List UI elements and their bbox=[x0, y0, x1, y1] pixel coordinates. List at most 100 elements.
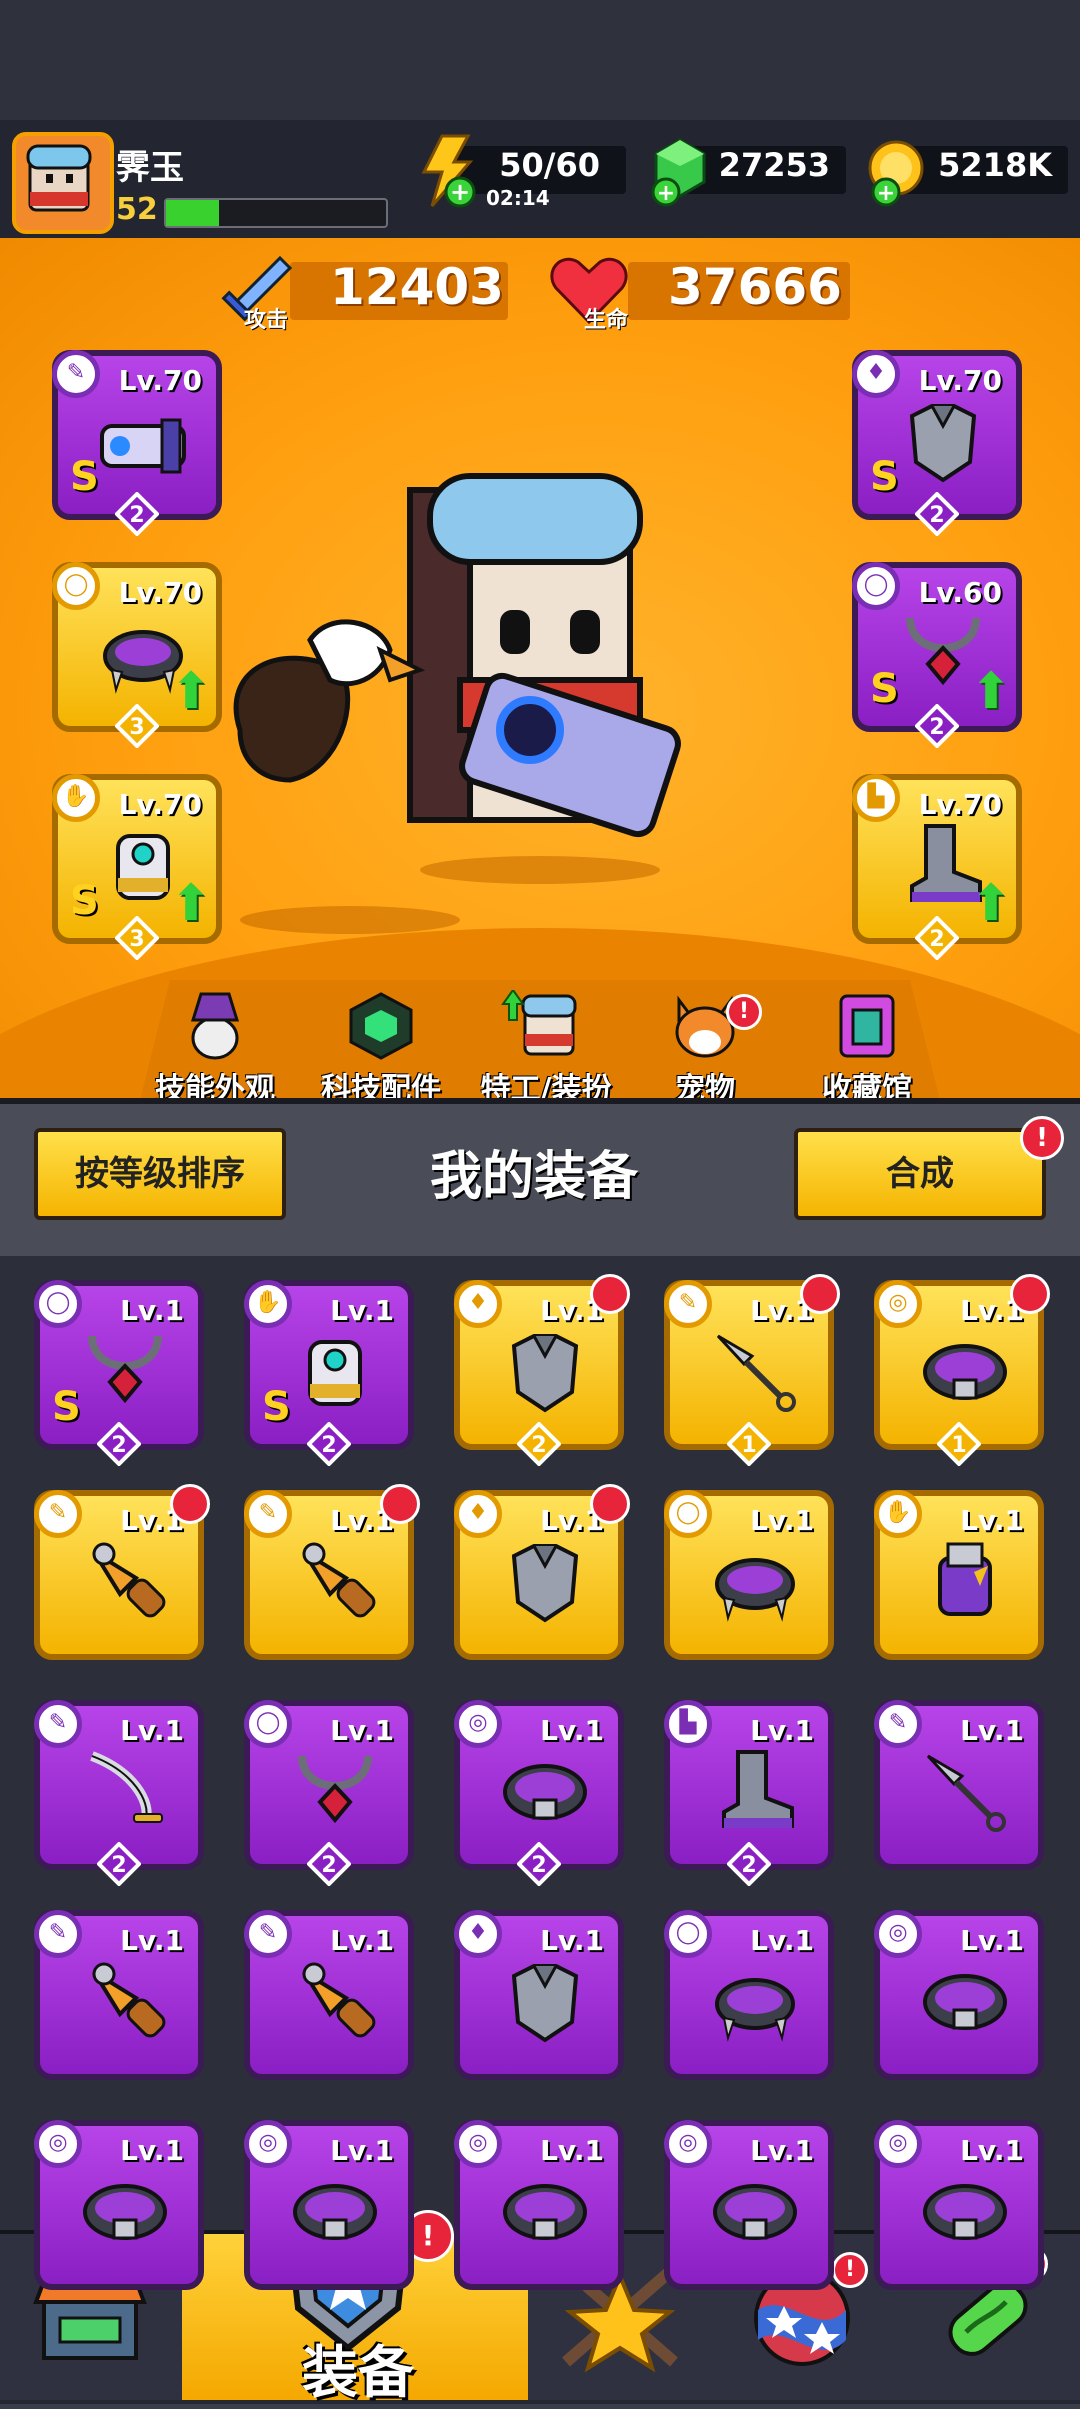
inventory-item[interactable]: ◯ Lv.1 bbox=[664, 1490, 834, 1660]
inventory-item[interactable]: ◎ Lv.1 bbox=[664, 2120, 834, 2290]
item-alert-icon bbox=[590, 1484, 630, 1524]
coin-icon: + bbox=[868, 140, 924, 207]
necklace-icon bbox=[298, 1755, 372, 1824]
inventory-item[interactable]: ✎ Lv.1 1 bbox=[664, 1274, 840, 1466]
equipment-tab-label: 装备 bbox=[302, 2341, 414, 2406]
slot-category-icon: ◯ bbox=[34, 1280, 82, 1328]
hex-chip-icon bbox=[349, 992, 413, 1060]
gacha-alert-badge: ! bbox=[832, 2252, 868, 2288]
sort-by-level-button[interactable]: 按等级排序 bbox=[34, 1128, 286, 1220]
nav-agent-skins[interactable]: 特工/装扮 bbox=[466, 988, 626, 1107]
xp-bar-fill bbox=[166, 200, 219, 226]
inventory-item[interactable]: ✎ Lv.1 bbox=[34, 1910, 204, 2080]
inventory-item[interactable]: ♦ Lv.1 bbox=[454, 1910, 624, 2080]
inventory-item[interactable]: ✎ Lv.1 bbox=[874, 1700, 1044, 1870]
slot-level: Lv.70 bbox=[918, 788, 1002, 821]
slot-star-badge: 2 bbox=[307, 1842, 351, 1886]
slot-star-count: 2 bbox=[129, 503, 144, 528]
equipped-armor-slot[interactable]: ♦ Lv.70 S 2 bbox=[852, 350, 1022, 536]
inventory-item[interactable]: ◯ Lv.1 S 2 bbox=[34, 1280, 204, 1466]
slot-level: Lv.1 bbox=[540, 1924, 604, 1957]
slot-level: Lv.1 bbox=[960, 2134, 1024, 2167]
slot-level: Lv.1 bbox=[120, 1294, 184, 1327]
slot-rank: S bbox=[870, 666, 899, 712]
equipped-weapon-slot[interactable]: ✎ Lv.70 S 2 bbox=[52, 350, 222, 536]
agent-portrait-icon bbox=[26, 144, 92, 212]
kunai-icon bbox=[716, 1334, 796, 1412]
sword-icon bbox=[90, 1751, 163, 1823]
inventory-item[interactable]: ✎ Lv.1 2 bbox=[34, 1700, 204, 1886]
hp-value: 37666 bbox=[668, 258, 842, 316]
equipped-gloves-slot[interactable]: ✋ Lv.70 S 3 ⬆ bbox=[52, 774, 222, 960]
weapon-icon bbox=[100, 418, 186, 474]
equipped-boots-slot[interactable]: ▙ Lv.70 2 ⬆ bbox=[852, 774, 1022, 960]
slot-level: Lv.1 bbox=[330, 1924, 394, 1957]
wizard-hat-ball-icon bbox=[190, 992, 240, 1060]
inventory-item[interactable]: ◎ Lv.1 1 bbox=[874, 1274, 1050, 1466]
equipped-belt-slot[interactable]: ◯ Lv.60 S 2 ⬆ bbox=[852, 562, 1022, 748]
slot-star-badge: 2 bbox=[517, 1422, 561, 1466]
nav-skills-skins[interactable]: 技能外观 bbox=[140, 990, 290, 1107]
inventory-item[interactable]: ◎ Lv.1 bbox=[454, 2120, 624, 2290]
slot-star-badge: 2 bbox=[97, 1842, 141, 1886]
slot-category-icon: ◎ bbox=[874, 1910, 922, 1958]
inventory-item[interactable]: ♦ Lv.1 2 bbox=[454, 1274, 630, 1466]
equipped-necklace-slot[interactable]: ◯ Lv.70 3 ⬆ bbox=[52, 562, 222, 748]
inventory-item[interactable]: ✋ Lv.1 S 2 bbox=[244, 1280, 414, 1466]
armor-icon bbox=[511, 1334, 579, 1413]
inventory-item[interactable]: ♦ Lv.1 bbox=[454, 1484, 630, 1660]
inventory-item[interactable]: ◎ Lv.1 bbox=[244, 2120, 414, 2290]
player-avatar[interactable] bbox=[12, 132, 114, 234]
energy-bolt-icon: + bbox=[421, 134, 476, 208]
slot-category-icon: ◎ bbox=[664, 2120, 712, 2168]
nav-pets[interactable]: ! 宠物 bbox=[630, 990, 780, 1107]
necklace-icon bbox=[88, 1335, 162, 1404]
slot-star-count: 2 bbox=[111, 1853, 126, 1878]
inventory-item[interactable]: ✎ Lv.1 bbox=[34, 1484, 210, 1660]
slot-rank: S bbox=[262, 1384, 291, 1430]
hp-label: 生命 bbox=[584, 308, 629, 333]
nav-tech-parts[interactable]: 科技配件 bbox=[306, 990, 456, 1107]
item-alert-icon bbox=[170, 1484, 210, 1524]
slot-rank: S bbox=[870, 454, 899, 500]
armor-icon bbox=[909, 404, 977, 483]
spiked-collar-icon bbox=[715, 1558, 795, 1622]
attack-value: 12403 bbox=[330, 258, 504, 316]
gem-value: 27253 bbox=[718, 146, 830, 184]
merge-button[interactable]: 合成 bbox=[794, 1128, 1046, 1220]
slot-category-icon: ◎ bbox=[244, 2120, 292, 2168]
inventory-item[interactable]: ◎ Lv.1 bbox=[874, 1910, 1044, 2080]
inventory-item[interactable]: ◎ Lv.1 bbox=[874, 2120, 1044, 2290]
slot-level: Lv.1 bbox=[330, 1714, 394, 1747]
slot-category-icon: ♦ bbox=[454, 1490, 502, 1538]
inventory-item[interactable]: ✎ Lv.1 bbox=[244, 1910, 414, 2080]
boots-icon bbox=[722, 1750, 794, 1828]
belt-icon bbox=[713, 2184, 797, 2240]
inventory-item[interactable]: ✎ Lv.1 bbox=[244, 1484, 420, 1660]
slot-level: Lv.70 bbox=[918, 364, 1002, 397]
slot-star-badge: 2 bbox=[517, 1842, 561, 1886]
slot-level: Lv.1 bbox=[120, 1714, 184, 1747]
panel-title: 我的装备 bbox=[430, 1147, 639, 1207]
gloves-icon bbox=[308, 1340, 362, 1406]
inventory-item[interactable]: ◯ Lv.1 2 bbox=[244, 1700, 414, 1886]
inventory-item[interactable]: ✋ Lv.1 bbox=[874, 1490, 1044, 1660]
slot-level: Lv.1 bbox=[960, 1924, 1024, 1957]
inventory-item[interactable]: ◎ Lv.1 2 bbox=[454, 1700, 624, 1886]
upgrade-arrow-icon: ⬆ bbox=[170, 874, 212, 932]
nav-collection[interactable]: 收藏馆 bbox=[792, 990, 942, 1107]
spiked-collar-icon bbox=[715, 1978, 795, 2042]
inventory-item[interactable]: ◯ Lv.1 bbox=[664, 1910, 834, 2080]
slot-level: Lv.1 bbox=[330, 2134, 394, 2167]
slot-category-icon: ✎ bbox=[244, 1910, 292, 1958]
drill-icon bbox=[302, 1542, 376, 1618]
slot-star-count: 2 bbox=[321, 1433, 336, 1458]
belt-icon bbox=[923, 1974, 1007, 2030]
inventory-item[interactable]: ▙ Lv.1 2 bbox=[664, 1700, 834, 1886]
slot-star-count: 1 bbox=[951, 1433, 966, 1458]
slot-category-icon: ✎ bbox=[664, 1280, 712, 1328]
inventory-item[interactable]: ◎ Lv.1 bbox=[34, 2120, 204, 2290]
slot-star-badge: 1 bbox=[937, 1422, 981, 1466]
belt-icon bbox=[293, 2184, 377, 2240]
slot-category-icon: ✎ bbox=[874, 1700, 922, 1748]
